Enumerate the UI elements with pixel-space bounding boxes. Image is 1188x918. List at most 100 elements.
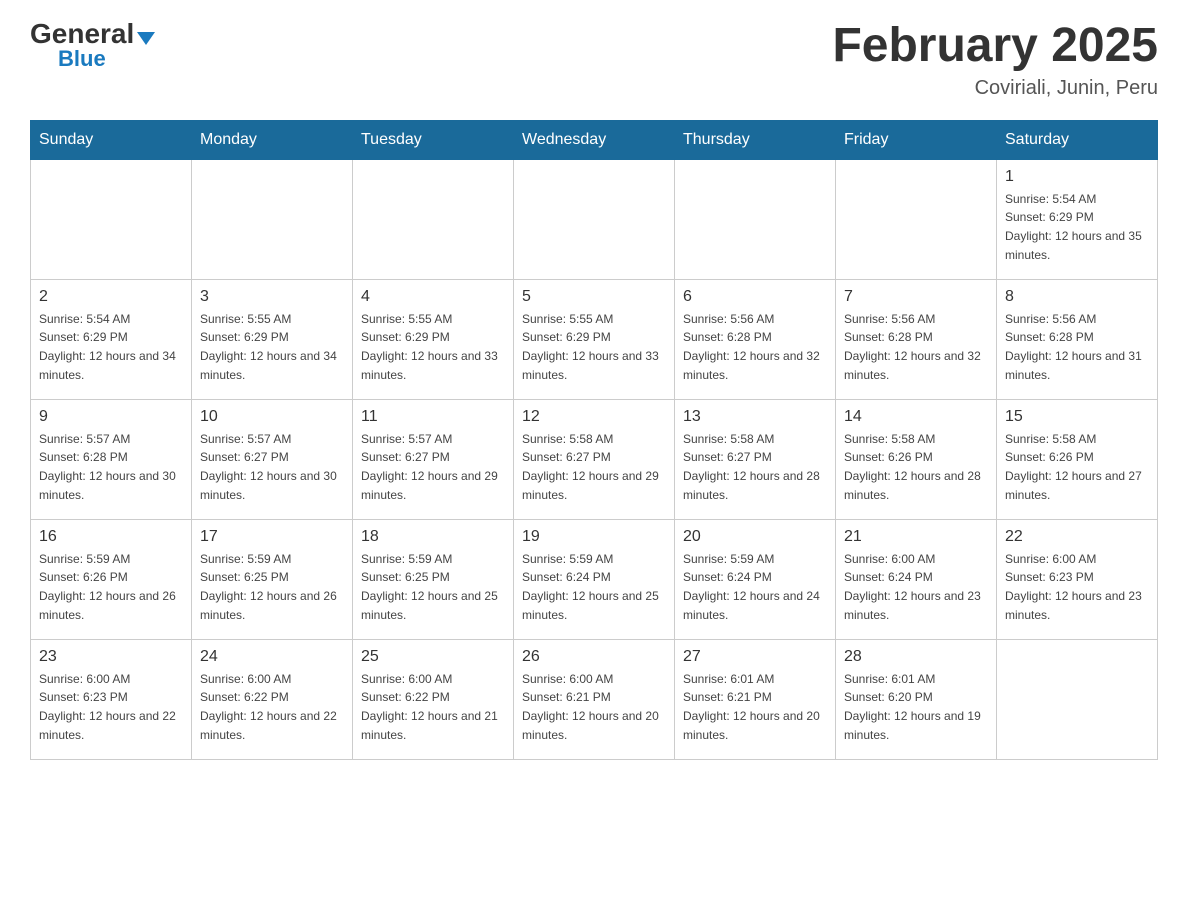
calendar-cell-w4-d4: 19 Sunrise: 5:59 AM Sunset: 6:24 PM Dayli… [514, 519, 675, 639]
calendar-cell-w4-d3: 18 Sunrise: 5:59 AM Sunset: 6:25 PM Dayli… [353, 519, 514, 639]
day-number: 10 [200, 408, 344, 426]
day-number: 8 [1005, 288, 1149, 306]
calendar-cell-w2-d3: 4 Sunrise: 5:55 AM Sunset: 6:29 PM Daylig… [353, 279, 514, 399]
day-info: Sunrise: 5:56 AM Sunset: 6:28 PM Dayligh… [683, 310, 827, 384]
day-info: Sunrise: 6:00 AM Sunset: 6:21 PM Dayligh… [522, 670, 666, 744]
calendar-cell-w5-d7 [997, 639, 1158, 759]
day-number: 9 [39, 408, 183, 426]
col-header-sunday: Sunday [31, 120, 192, 159]
day-number: 17 [200, 528, 344, 546]
calendar-table: Sunday Monday Tuesday Wednesday Thursday… [30, 120, 1158, 760]
calendar-cell-w5-d2: 24 Sunrise: 6:00 AM Sunset: 6:22 PM Dayli… [192, 639, 353, 759]
day-number: 24 [200, 648, 344, 666]
calendar-cell-w1-d5 [675, 159, 836, 279]
calendar-cell-w2-d4: 5 Sunrise: 5:55 AM Sunset: 6:29 PM Daylig… [514, 279, 675, 399]
day-info: Sunrise: 6:01 AM Sunset: 6:20 PM Dayligh… [844, 670, 988, 744]
day-number: 16 [39, 528, 183, 546]
calendar-cell-w3-d5: 13Sunrise: 5:58 AM Sunset: 6:27 PM Dayli… [675, 399, 836, 519]
day-number: 25 [361, 648, 505, 666]
logo-arrow-icon [137, 32, 155, 45]
day-number: 23 [39, 648, 183, 666]
day-info: Sunrise: 6:00 AM Sunset: 6:24 PM Dayligh… [844, 550, 988, 624]
calendar-cell-w4-d7: 22 Sunrise: 6:00 AM Sunset: 6:23 PM Dayli… [997, 519, 1158, 639]
calendar-week-3: 9 Sunrise: 5:57 AM Sunset: 6:28 PM Daylig… [31, 399, 1158, 519]
day-info: Sunrise: 5:54 AM Sunset: 6:29 PM Dayligh… [39, 310, 183, 384]
day-number: 6 [683, 288, 827, 306]
calendar-cell-w5-d6: 28 Sunrise: 6:01 AM Sunset: 6:20 PM Dayli… [836, 639, 997, 759]
day-number: 3 [200, 288, 344, 306]
calendar-cell-w5-d4: 26 Sunrise: 6:00 AM Sunset: 6:21 PM Dayli… [514, 639, 675, 759]
calendar-cell-w2-d2: 3 Sunrise: 5:55 AM Sunset: 6:29 PM Daylig… [192, 279, 353, 399]
calendar-cell-w4-d1: 16 Sunrise: 5:59 AM Sunset: 6:26 PM Dayli… [31, 519, 192, 639]
col-header-saturday: Saturday [997, 120, 1158, 159]
month-title: February 2025 [832, 20, 1158, 73]
calendar-cell-w1-d7: 1 Sunrise: 5:54 AM Sunset: 6:29 PM Daylig… [997, 159, 1158, 279]
title-block: February 2025 Coviriali, Junin, Peru [832, 20, 1158, 100]
calendar-cell-w3-d3: 11Sunrise: 5:57 AM Sunset: 6:27 PM Dayli… [353, 399, 514, 519]
location-subtitle: Coviriali, Junin, Peru [832, 77, 1158, 100]
calendar-cell-w2-d1: 2Sunrise: 5:54 AM Sunset: 6:29 PM Daylig… [31, 279, 192, 399]
day-info: Sunrise: 5:55 AM Sunset: 6:29 PM Dayligh… [522, 310, 666, 384]
day-info: Sunrise: 5:59 AM Sunset: 6:25 PM Dayligh… [361, 550, 505, 624]
calendar-header-row: Sunday Monday Tuesday Wednesday Thursday… [31, 120, 1158, 159]
day-info: Sunrise: 6:00 AM Sunset: 6:23 PM Dayligh… [39, 670, 183, 744]
day-number: 4 [361, 288, 505, 306]
day-number: 22 [1005, 528, 1149, 546]
calendar-cell-w5-d1: 23 Sunrise: 6:00 AM Sunset: 6:23 PM Dayli… [31, 639, 192, 759]
day-info: Sunrise: 5:58 AM Sunset: 6:26 PM Dayligh… [844, 430, 988, 504]
day-info: Sunrise: 5:54 AM Sunset: 6:29 PM Dayligh… [1005, 190, 1149, 264]
day-number: 11 [361, 408, 505, 426]
logo-blue-text: Blue [58, 48, 106, 70]
calendar-cell-w1-d6 [836, 159, 997, 279]
day-info: Sunrise: 5:59 AM Sunset: 6:25 PM Dayligh… [200, 550, 344, 624]
calendar-cell-w2-d5: 6 Sunrise: 5:56 AM Sunset: 6:28 PM Daylig… [675, 279, 836, 399]
calendar-cell-w1-d1 [31, 159, 192, 279]
day-number: 28 [844, 648, 988, 666]
day-number: 14 [844, 408, 988, 426]
calendar-cell-w1-d4 [514, 159, 675, 279]
page-header: General Blue February 2025 Coviriali, Ju… [30, 20, 1158, 100]
logo-general-text: General [30, 20, 134, 48]
day-info: Sunrise: 6:00 AM Sunset: 6:23 PM Dayligh… [1005, 550, 1149, 624]
day-info: Sunrise: 5:59 AM Sunset: 6:24 PM Dayligh… [522, 550, 666, 624]
calendar-cell-w3-d7: 15Sunrise: 5:58 AM Sunset: 6:26 PM Dayli… [997, 399, 1158, 519]
calendar-cell-w4-d5: 20 Sunrise: 5:59 AM Sunset: 6:24 PM Dayli… [675, 519, 836, 639]
day-number: 26 [522, 648, 666, 666]
calendar-cell-w3-d4: 12 Sunrise: 5:58 AM Sunset: 6:27 PM Dayli… [514, 399, 675, 519]
day-info: Sunrise: 6:00 AM Sunset: 6:22 PM Dayligh… [200, 670, 344, 744]
day-number: 20 [683, 528, 827, 546]
calendar-cell-w4-d2: 17 Sunrise: 5:59 AM Sunset: 6:25 PM Dayli… [192, 519, 353, 639]
day-number: 21 [844, 528, 988, 546]
calendar-cell-w2-d6: 7 Sunrise: 5:56 AM Sunset: 6:28 PM Daylig… [836, 279, 997, 399]
calendar-week-1: 1 Sunrise: 5:54 AM Sunset: 6:29 PM Daylig… [31, 159, 1158, 279]
day-number: 18 [361, 528, 505, 546]
day-number: 12 [522, 408, 666, 426]
day-info: Sunrise: 5:57 AM Sunset: 6:28 PM Dayligh… [39, 430, 183, 504]
calendar-cell-w5-d3: 25 Sunrise: 6:00 AM Sunset: 6:22 PM Dayli… [353, 639, 514, 759]
col-header-wednesday: Wednesday [514, 120, 675, 159]
calendar-week-4: 16 Sunrise: 5:59 AM Sunset: 6:26 PM Dayli… [31, 519, 1158, 639]
day-number: 5 [522, 288, 666, 306]
day-number: 15 [1005, 408, 1149, 426]
day-info: Sunrise: 5:55 AM Sunset: 6:29 PM Dayligh… [361, 310, 505, 384]
day-info: Sunrise: 6:00 AM Sunset: 6:22 PM Dayligh… [361, 670, 505, 744]
day-number: 1 [1005, 168, 1149, 186]
calendar-cell-w1-d2 [192, 159, 353, 279]
col-header-monday: Monday [192, 120, 353, 159]
day-number: 7 [844, 288, 988, 306]
calendar-week-5: 23 Sunrise: 6:00 AM Sunset: 6:23 PM Dayli… [31, 639, 1158, 759]
calendar-cell-w3-d6: 14 Sunrise: 5:58 AM Sunset: 6:26 PM Dayli… [836, 399, 997, 519]
day-info: Sunrise: 5:56 AM Sunset: 6:28 PM Dayligh… [844, 310, 988, 384]
calendar-cell-w1-d3 [353, 159, 514, 279]
day-number: 19 [522, 528, 666, 546]
col-header-tuesday: Tuesday [353, 120, 514, 159]
calendar-cell-w3-d1: 9 Sunrise: 5:57 AM Sunset: 6:28 PM Daylig… [31, 399, 192, 519]
col-header-thursday: Thursday [675, 120, 836, 159]
calendar-cell-w3-d2: 10Sunrise: 5:57 AM Sunset: 6:27 PM Dayli… [192, 399, 353, 519]
day-info: Sunrise: 5:59 AM Sunset: 6:26 PM Dayligh… [39, 550, 183, 624]
day-info: Sunrise: 5:58 AM Sunset: 6:27 PM Dayligh… [522, 430, 666, 504]
day-info: Sunrise: 5:55 AM Sunset: 6:29 PM Dayligh… [200, 310, 344, 384]
day-info: Sunrise: 5:59 AM Sunset: 6:24 PM Dayligh… [683, 550, 827, 624]
calendar-cell-w2-d7: 8Sunrise: 5:56 AM Sunset: 6:28 PM Daylig… [997, 279, 1158, 399]
day-info: Sunrise: 5:58 AM Sunset: 6:27 PM Dayligh… [683, 430, 827, 504]
